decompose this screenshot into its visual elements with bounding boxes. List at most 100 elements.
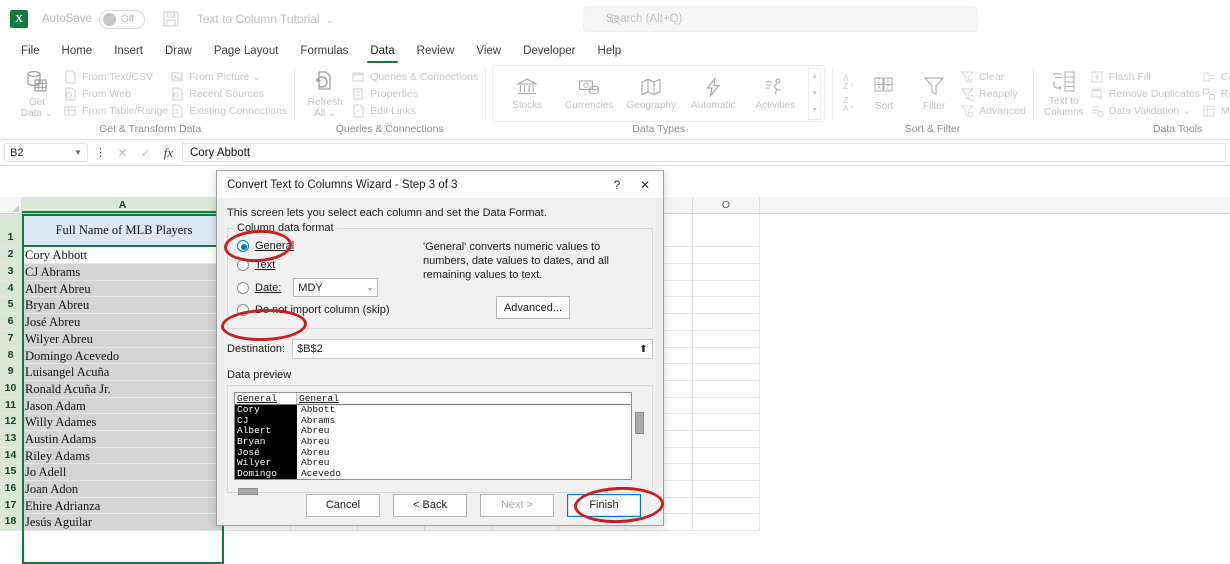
- cell-O11[interactable]: [693, 397, 760, 415]
- finish-button[interactable]: Finish: [567, 493, 641, 517]
- cell-a15[interactable]: Jo Adell: [22, 464, 224, 482]
- cell-O2[interactable]: [693, 247, 760, 265]
- cell-a12[interactable]: Willy Adames: [22, 414, 224, 431]
- tab-insert[interactable]: Insert: [103, 41, 154, 63]
- consolidate-button[interactable]: Consolidate: [1202, 70, 1230, 84]
- formula-bar-overflow-icon[interactable]: ⋮: [92, 146, 109, 159]
- row-header-1[interactable]: 1: [0, 214, 22, 248]
- cell-O12[interactable]: [693, 414, 760, 431]
- from-text-csv-button[interactable]: From Text/CSV: [63, 70, 168, 84]
- filter-button[interactable]: Filter: [910, 73, 958, 114]
- manage-data-model-button[interactable]: Manage Data Model: [1202, 104, 1230, 118]
- close-icon[interactable]: ✕: [631, 172, 659, 198]
- save-icon[interactable]: [161, 9, 181, 29]
- advanced-button[interactable]: Advanced...: [496, 296, 570, 319]
- edit-links-button[interactable]: Edit Links: [351, 104, 478, 118]
- cell-O8[interactable]: [693, 347, 760, 365]
- geography-button[interactable]: Geography: [620, 74, 682, 114]
- row-header-6[interactable]: 6: [0, 314, 22, 331]
- cell-O10[interactable]: [693, 380, 760, 398]
- date-format-select[interactable]: MDY ⌄: [293, 278, 379, 297]
- cell-a14[interactable]: Riley Adams: [22, 447, 224, 465]
- row-header-9[interactable]: 9: [0, 364, 22, 381]
- row-header-5[interactable]: 5: [0, 297, 22, 315]
- sort-descending-button[interactable]: Z A ↓: [843, 96, 854, 113]
- cell-O13[interactable]: [693, 430, 760, 448]
- preview-vertical-scrollbar[interactable]: [635, 412, 644, 434]
- cell-O16[interactable]: [693, 481, 760, 498]
- tab-data[interactable]: Data: [359, 41, 405, 63]
- row-header-3[interactable]: 3: [0, 264, 22, 281]
- cell-O14[interactable]: [693, 447, 760, 465]
- row-header-12[interactable]: 12: [0, 414, 22, 431]
- data-types-scroll[interactable]: ▲ ▼ ▼: [808, 67, 822, 120]
- cell-a17[interactable]: Ehire Adrianza: [22, 497, 224, 515]
- destination-input[interactable]: $B$2 ⬆: [292, 339, 653, 359]
- scroll-more-icon[interactable]: ▼: [809, 103, 820, 119]
- cell-O7[interactable]: [693, 330, 760, 348]
- row-header-7[interactable]: 7: [0, 330, 22, 348]
- row-header-4[interactable]: 4: [0, 280, 22, 298]
- queries-connections-button[interactable]: Queries & Connections: [351, 70, 478, 84]
- cell-O3[interactable]: [693, 264, 760, 281]
- row-header-11[interactable]: 11: [0, 397, 22, 415]
- properties-button[interactable]: Properties: [351, 87, 478, 101]
- cell-a8[interactable]: Domingo Acevedo: [22, 347, 224, 365]
- cancel-button[interactable]: Cancel: [306, 493, 380, 517]
- row-header-18[interactable]: 18: [0, 514, 22, 532]
- clear-button[interactable]: Clear: [960, 70, 1026, 84]
- column-header-a[interactable]: A: [22, 197, 224, 213]
- preview-col-header-2[interactable]: General: [297, 393, 339, 404]
- row-header-2[interactable]: 2: [0, 247, 22, 265]
- cell-O1[interactable]: [693, 214, 760, 248]
- currencies-button[interactable]: Currencies: [558, 74, 620, 114]
- tab-view[interactable]: View: [465, 41, 512, 63]
- from-picture-button[interactable]: From Picture ⌄: [170, 70, 287, 84]
- cell-a10[interactable]: Ronald Acuña Jr.: [22, 380, 224, 398]
- confirm-entry-icon[interactable]: ✓: [136, 146, 155, 160]
- help-icon[interactable]: ?: [603, 172, 631, 198]
- search-input[interactable]: Search (Alt+Q): [583, 6, 978, 32]
- sort-button[interactable]: Z A A Z Sort: [860, 73, 908, 114]
- cell-a4[interactable]: Albert Abreu: [22, 280, 224, 298]
- tab-formulas[interactable]: Formulas: [289, 41, 359, 63]
- scroll-down-icon[interactable]: ▼: [809, 86, 820, 102]
- tab-review[interactable]: Review: [406, 41, 466, 63]
- cell-a18[interactable]: Jesús Aguilar: [22, 514, 224, 532]
- get-data-button[interactable]: Get Data ⌄: [13, 67, 61, 121]
- remove-duplicates-button[interactable]: Remove Duplicates: [1090, 87, 1200, 101]
- cell-O9[interactable]: [693, 364, 760, 381]
- back-button[interactable]: < Back: [393, 493, 467, 517]
- scroll-up-icon[interactable]: ▲: [809, 69, 820, 85]
- activities-button[interactable]: Activities: [744, 74, 806, 114]
- radio-skip[interactable]: Do not import column (skip): [237, 304, 417, 316]
- tab-file[interactable]: File: [10, 41, 51, 63]
- formula-input[interactable]: Cory Abbott: [182, 143, 1226, 162]
- cell-a7[interactable]: Wilyer Abreu: [22, 330, 224, 348]
- tab-developer[interactable]: Developer: [512, 41, 586, 63]
- select-all-corner[interactable]: [0, 197, 22, 213]
- flash-fill-button[interactable]: Flash Fill: [1090, 70, 1200, 84]
- cell-a9[interactable]: Luisangel Acuña: [22, 364, 224, 381]
- tab-page-layout[interactable]: Page Layout: [203, 41, 290, 63]
- cell-O15[interactable]: [693, 464, 760, 482]
- insert-function-icon[interactable]: fx: [159, 145, 178, 161]
- cell-O4[interactable]: [693, 280, 760, 298]
- cell-O17[interactable]: [693, 497, 760, 515]
- row-header-10[interactable]: 10: [0, 380, 22, 398]
- cell-a1[interactable]: Full Name of MLB Players: [22, 214, 224, 248]
- radio-text[interactable]: Text: [237, 259, 417, 271]
- column-header-o[interactable]: O: [693, 197, 760, 213]
- row-header-15[interactable]: 15: [0, 464, 22, 482]
- data-preview-table[interactable]: General General Cory Abbott CJ Abrams Albert…: [234, 392, 632, 480]
- existing-connections-button[interactable]: Existing Connections: [170, 104, 287, 118]
- cell-a2[interactable]: Cory Abbott: [22, 247, 224, 265]
- data-validation-button[interactable]: Data Validation ⌄: [1090, 104, 1200, 118]
- document-title[interactable]: Text to Column Tutorial ⌄: [197, 12, 333, 26]
- preview-col-header-1[interactable]: General: [235, 393, 297, 404]
- recent-sources-button[interactable]: Recent Sources: [170, 87, 287, 101]
- cell-O5[interactable]: [693, 297, 760, 315]
- row-header-17[interactable]: 17: [0, 497, 22, 515]
- cell-a6[interactable]: José Abreu: [22, 314, 224, 331]
- from-web-button[interactable]: From Web: [63, 87, 168, 101]
